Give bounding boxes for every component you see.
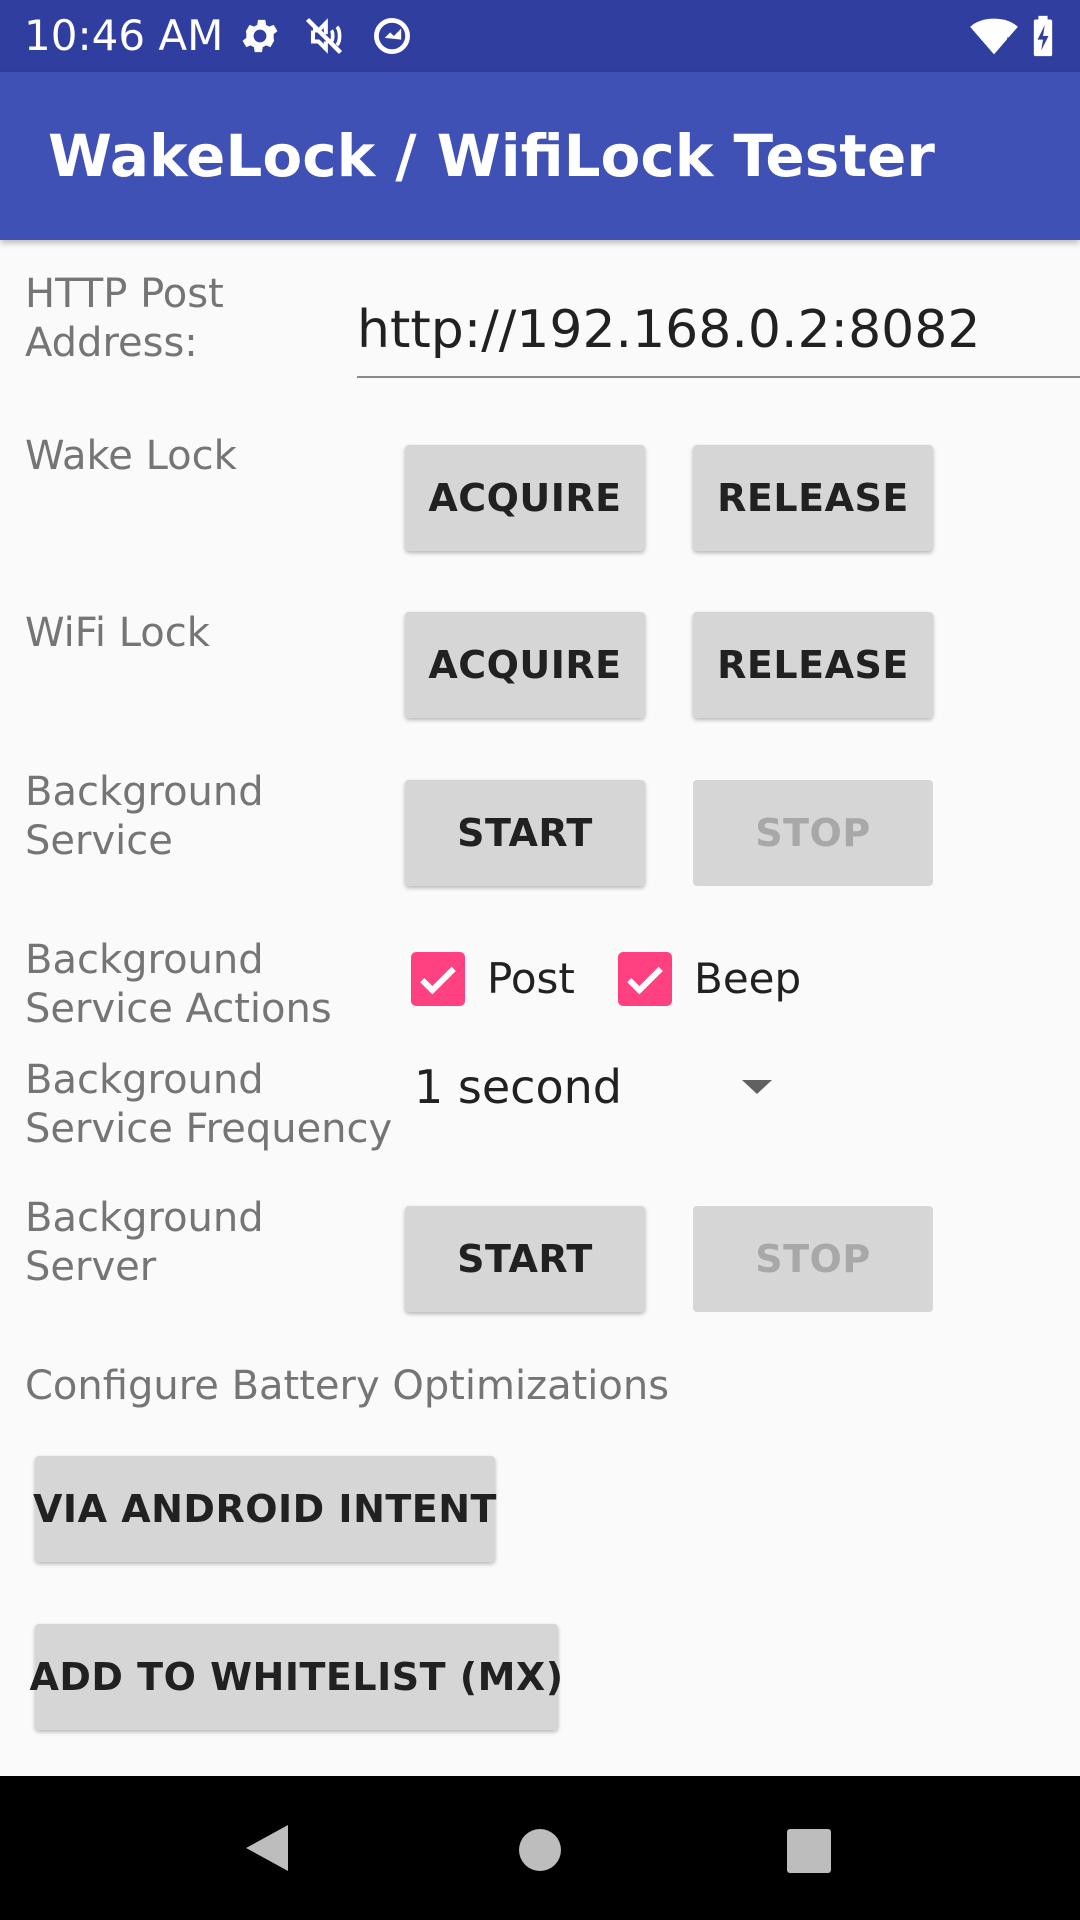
bg-server-start-button[interactable]: START <box>405 1206 645 1312</box>
sync-icon <box>374 18 410 54</box>
wifi-lock-acquire-button[interactable]: ACQUIRE <box>405 612 645 718</box>
app-bar: WakeLock / WifiLock Tester <box>0 72 1080 240</box>
bg-service-start-button[interactable]: START <box>405 780 645 886</box>
navigation-bar <box>0 1776 1080 1920</box>
bg-service-label-line2: Service <box>25 818 173 864</box>
bg-actions-label-line2: Service Actions <box>25 986 332 1032</box>
back-icon[interactable] <box>244 1823 290 1873</box>
bg-service-label-line1: Background <box>25 769 264 815</box>
status-time: 10:46 AM <box>24 11 224 60</box>
battery-optimizations-label: Configure Battery Optimizations <box>25 1363 670 1409</box>
http-post-label: HTTP Post Address: <box>25 270 224 368</box>
bg-server-label: Background Server <box>25 1194 264 1292</box>
via-android-intent-button[interactable]: VIA ANDROID INTENT <box>33 1456 496 1562</box>
bg-frequency-label-line1: Background <box>25 1057 264 1103</box>
checkmark-icon <box>627 966 663 995</box>
bg-actions-label: Background Service Actions <box>25 936 332 1034</box>
wifi-lock-release-button[interactable]: RELEASE <box>693 612 933 718</box>
wifi-badge: 5 <box>1005 34 1019 58</box>
gear-icon <box>242 19 278 53</box>
app-title: WakeLock / WifiLock Tester <box>48 122 935 190</box>
http-post-label-line1: HTTP Post <box>25 271 224 317</box>
wake-lock-acquire-button[interactable]: ACQUIRE <box>405 445 645 551</box>
beep-checkbox-label[interactable]: Beep <box>694 952 801 1006</box>
bg-actions-label-line1: Background <box>25 937 264 983</box>
bg-frequency-label: Background Service Frequency <box>25 1056 392 1154</box>
wake-lock-label: Wake Lock <box>25 433 237 479</box>
status-bar: 10:46 AM 5 <box>0 0 1080 72</box>
post-checkbox[interactable] <box>411 952 465 1006</box>
battery-charging-icon <box>1033 15 1053 57</box>
checkmark-icon <box>420 966 456 995</box>
recents-icon[interactable] <box>786 1828 832 1874</box>
wifi-icon: 5 <box>970 18 1019 58</box>
mute-icon <box>305 17 343 55</box>
bg-service-label: Background Service <box>25 768 264 866</box>
bg-server-stop-button[interactable]: STOP <box>693 1206 933 1312</box>
frequency-spinner[interactable]: 1 second <box>414 1058 622 1116</box>
chevron-down-icon[interactable] <box>740 1078 774 1096</box>
wake-lock-release-button[interactable]: RELEASE <box>693 445 933 551</box>
add-to-whitelist-button[interactable]: ADD TO WHITELIST (MX) <box>29 1624 563 1730</box>
bg-server-label-line1: Background <box>25 1195 264 1241</box>
bg-frequency-label-line2: Service Frequency <box>25 1106 393 1152</box>
http-post-label-line2: Address: <box>25 320 198 366</box>
beep-checkbox[interactable] <box>618 952 672 1006</box>
http-post-address-field[interactable]: http://192.168.0.2:8082 <box>357 300 1080 378</box>
wifi-lock-label: WiFi Lock <box>25 610 210 656</box>
bg-server-label-line2: Server <box>25 1244 157 1290</box>
bg-service-stop-button[interactable]: STOP <box>693 780 933 886</box>
post-checkbox-label[interactable]: Post <box>487 952 575 1006</box>
home-icon[interactable] <box>518 1828 562 1872</box>
